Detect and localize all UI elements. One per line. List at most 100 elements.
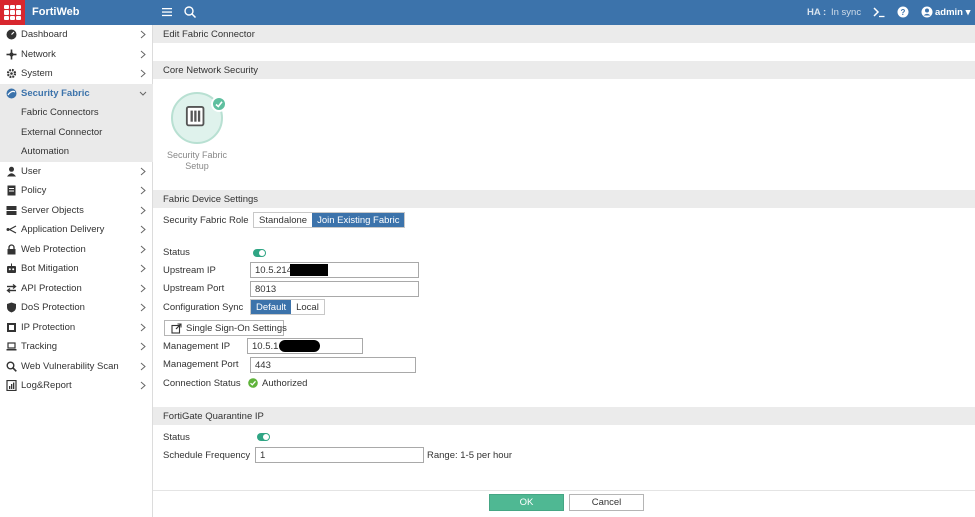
chevron-right-icon	[140, 362, 146, 370]
cancel-button[interactable]: Cancel	[569, 494, 644, 511]
status-label: Status	[163, 247, 190, 258]
chevron-right-icon	[140, 342, 146, 351]
schedule-label: Schedule Frequency	[163, 450, 251, 461]
sidebar-item-label: Server Objects	[21, 204, 84, 216]
chevron-right-icon	[140, 69, 146, 78]
upstream-ip-field[interactable]: 10.5.214	[250, 262, 419, 278]
sidebar-subitem-automation[interactable]: Automation	[0, 142, 153, 162]
sidebar-item-label: Log&Report	[21, 380, 72, 391]
role-standalone-option[interactable]: Standalone	[254, 213, 313, 227]
chevron-right-icon	[140, 225, 146, 234]
application-delivery-icon	[6, 225, 17, 234]
upstream-ip-value: 10.5.214	[255, 265, 292, 276]
sidebar-subitem-external-connector[interactable]: External Connector	[0, 122, 153, 142]
sidebar-item-log-report[interactable]: Log&Report	[0, 376, 153, 396]
sidebar-subitem-label: External Connector	[21, 126, 103, 138]
page-title: Edit Fabric Connector	[163, 29, 255, 40]
sidebar-item-bot-mitigation[interactable]: Bot Mitigation	[0, 259, 153, 279]
core-section-title: Core Network Security	[163, 65, 259, 76]
schedule-frequency-field[interactable]: 1	[255, 447, 424, 463]
sidebar-item-web-protection[interactable]: Web Protection	[0, 240, 153, 260]
chevron-right-icon	[140, 30, 146, 39]
chevron-right-icon	[140, 245, 146, 253]
config-sync-segmented-control: Default Local	[250, 299, 325, 315]
api-icon	[6, 283, 17, 293]
q-status-toggle[interactable]	[257, 433, 270, 441]
sidebar-item-network[interactable]: Network	[0, 45, 153, 65]
menu-icon[interactable]	[160, 5, 174, 19]
tile-label-line2: Setup	[185, 161, 209, 171]
sidebar-item-ip-protection[interactable]: IP Protection	[0, 318, 153, 338]
sidebar-item-dos-protection[interactable]: DoS Protection	[0, 298, 153, 318]
chevron-right-icon	[140, 186, 146, 195]
sidebar-item-policy[interactable]: Policy	[0, 181, 153, 201]
conn-status-label: Connection Status	[163, 378, 241, 389]
sso-settings-button[interactable]: Single Sign-On Settings	[164, 320, 287, 336]
laptop-icon	[6, 342, 17, 351]
report-icon	[6, 380, 17, 391]
help-icon[interactable]: ?	[896, 5, 910, 19]
user-avatar-icon[interactable]	[920, 5, 934, 19]
role-join-existing-option[interactable]: Join Existing Fabric	[312, 213, 405, 227]
mgmt-port-label: Management Port	[163, 359, 239, 370]
status-toggle[interactable]	[253, 249, 266, 257]
ha-status[interactable]: In sync	[831, 7, 861, 18]
quarantine-section-title: FortiGate Quarantine IP	[163, 411, 264, 422]
page-title-bar: Edit Fabric Connector	[153, 25, 975, 43]
user-icon	[7, 166, 16, 176]
footer-divider	[153, 490, 975, 491]
network-icon	[6, 49, 17, 59]
config-sync-label: Configuration Sync	[163, 302, 244, 313]
upstream-port-field[interactable]: 8013	[250, 281, 419, 297]
user-menu[interactable]: admin ▾	[935, 7, 970, 18]
bot-icon	[7, 263, 16, 273]
sidebar-item-api-protection[interactable]: API Protection	[0, 279, 153, 299]
sidebar-item-label: API Protection	[21, 282, 82, 294]
security-fabric-icon	[6, 88, 17, 98]
sidebar-item-label: DoS Protection	[21, 302, 85, 313]
user-name: admin	[935, 7, 963, 18]
sidebar-subitem-fabric-connectors[interactable]: Fabric Connectors	[0, 103, 153, 123]
role-label: Security Fabric Role	[163, 215, 249, 226]
top-bar: FortiWeb HA : In sync ? admin ▾	[0, 0, 975, 25]
sidebar-item-label: Web Protection	[21, 243, 86, 255]
check-icon	[211, 96, 227, 112]
upstream-ip-label: Upstream IP	[163, 265, 216, 276]
ip-protection-icon	[7, 322, 16, 332]
sidebar-item-label: Web Vulnerability Scan	[21, 360, 119, 372]
fabric-section-title: Fabric Device Settings	[163, 194, 259, 205]
policy-icon	[7, 185, 16, 196]
sidebar-item-application-delivery[interactable]: Application Delivery	[0, 220, 153, 240]
config-sync-default-option[interactable]: Default	[251, 300, 292, 314]
sidebar-item-server-objects[interactable]: Server Objects	[0, 201, 153, 221]
main-content: Edit Fabric Connector Core Network Secur…	[153, 25, 975, 517]
scan-icon	[6, 361, 17, 372]
sidebar-item-security-fabric[interactable]: Security Fabric	[0, 83, 153, 103]
sidebar-item-label: IP Protection	[21, 321, 76, 333]
sidebar-item-tracking[interactable]: Tracking	[0, 337, 153, 357]
chevron-right-icon	[140, 284, 146, 292]
server-objects-icon	[6, 205, 17, 215]
fortinet-logo[interactable]	[0, 0, 25, 25]
dashboard-icon	[6, 29, 17, 40]
sidebar-item-dashboard[interactable]: Dashboard	[0, 25, 153, 45]
chevron-right-icon	[140, 381, 146, 390]
cli-console-icon[interactable]	[872, 5, 886, 19]
conn-status-value: Authorized	[262, 378, 308, 389]
chevron-right-icon	[140, 303, 146, 312]
mgmt-port-value: 443	[255, 360, 271, 371]
sidebar-subitem-label: Fabric Connectors	[21, 107, 99, 118]
upstream-port-value: 8013	[255, 284, 277, 295]
sidebar-item-user[interactable]: User	[0, 162, 153, 182]
upstream-port-label: Upstream Port	[163, 283, 225, 294]
ok-button[interactable]: OK	[489, 494, 564, 511]
sidebar-item-web-vulnerability-scan[interactable]: Web Vulnerability Scan	[0, 357, 153, 377]
mgmt-port-field[interactable]: 443	[250, 357, 416, 373]
svg-text:?: ?	[901, 8, 906, 17]
sidebar-item-system[interactable]: System	[0, 64, 153, 84]
config-sync-local-option[interactable]: Local	[291, 300, 324, 314]
search-icon[interactable]	[183, 5, 197, 19]
mgmt-ip-label: Management IP	[163, 341, 231, 352]
sidebar: Dashboard Network System Security Fabric…	[0, 25, 153, 517]
schedule-frequency-value: 1	[260, 450, 266, 461]
